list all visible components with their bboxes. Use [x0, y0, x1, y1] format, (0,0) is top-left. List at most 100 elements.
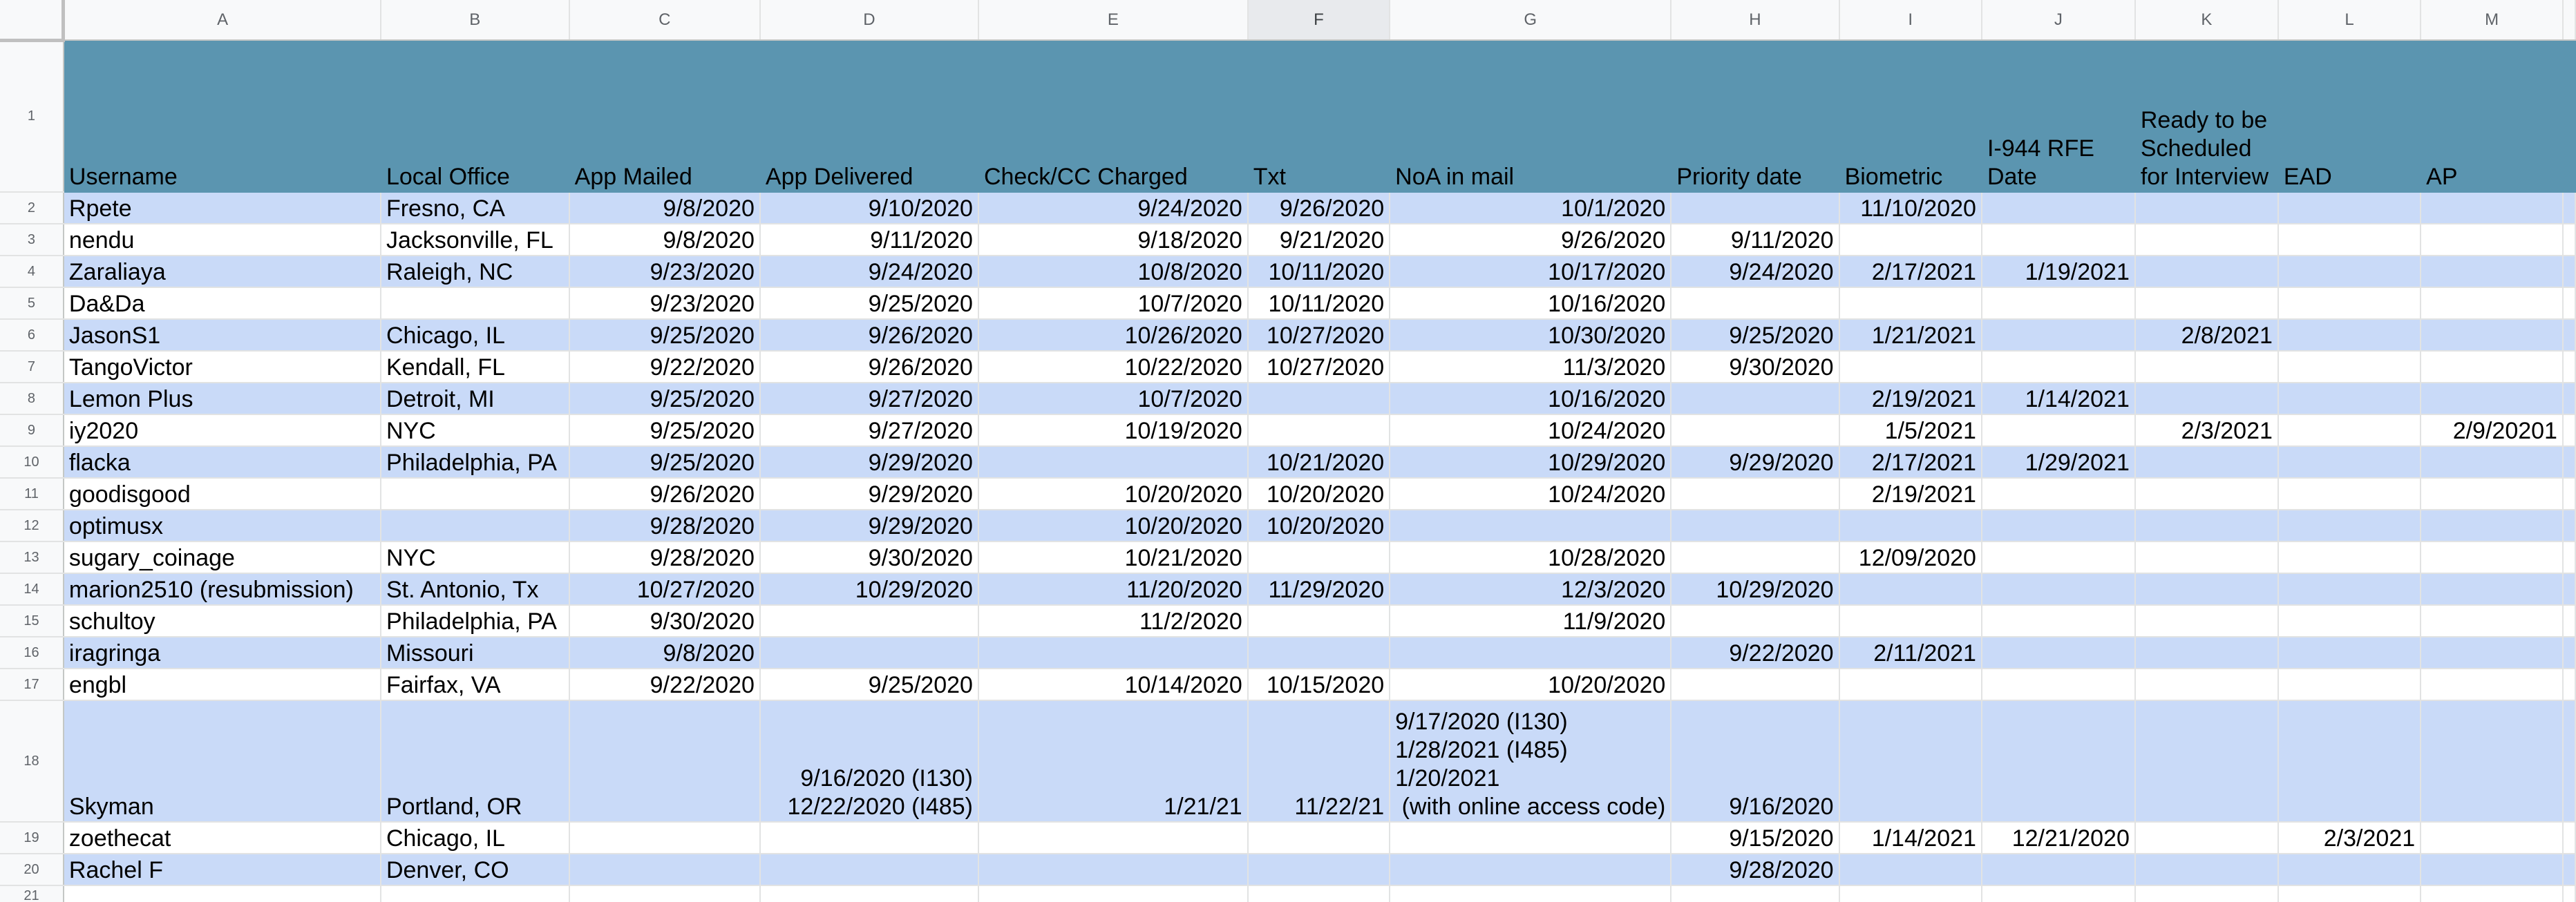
cell-a[interactable]: nendu [63, 224, 381, 256]
cell-l[interactable] [2277, 700, 2422, 823]
cell-d[interactable]: 9/29/2020 [759, 510, 979, 542]
cell-l[interactable] [2277, 319, 2422, 352]
cell-h[interactable] [1671, 383, 1840, 415]
cell-b[interactable]: NYC [380, 541, 570, 574]
cell-k[interactable] [2134, 446, 2279, 479]
cell-c[interactable] [569, 854, 761, 886]
cell-d[interactable]: 9/27/2020 [759, 414, 979, 447]
cell-e[interactable]: 1/21/21 [978, 700, 1249, 823]
cell-f[interactable]: 9/26/2020 [1247, 192, 1391, 224]
cell-a[interactable]: JasonS1 [63, 319, 381, 352]
cell-i[interactable] [1839, 351, 1982, 383]
cell-c[interactable] [569, 700, 761, 823]
cell-g[interactable]: 9/26/2020 [1390, 224, 1672, 256]
cell-d[interactable]: 9/26/2020 [759, 319, 979, 352]
cell-b[interactable] [380, 885, 570, 902]
row-number-17[interactable]: 17 [0, 669, 64, 701]
cell-i[interactable] [1839, 669, 1982, 701]
cell-l[interactable] [2277, 885, 2422, 902]
cell-a[interactable]: marion2510 (resubmission) [63, 573, 381, 606]
cell-i[interactable]: 2/17/2021 [1839, 256, 1982, 288]
cell-c[interactable] [569, 885, 761, 902]
cell-j[interactable] [1981, 478, 2136, 510]
cell-e[interactable]: 11/2/2020 [978, 605, 1249, 637]
cell-a[interactable]: Zaraliaya [63, 256, 381, 288]
cell-b[interactable] [380, 510, 570, 542]
row-number-14[interactable]: 14 [0, 573, 64, 606]
cell-a[interactable]: Rpete [63, 192, 381, 224]
cell-l[interactable] [2277, 383, 2422, 415]
cell-f[interactable]: 10/21/2020 [1247, 446, 1391, 479]
header-cell-c[interactable]: App Mailed [569, 40, 761, 193]
cell-e[interactable]: 9/24/2020 [978, 192, 1249, 224]
cell-m[interactable] [2421, 510, 2564, 542]
cell-h[interactable]: 9/22/2020 [1671, 637, 1840, 669]
cell-l[interactable] [2277, 287, 2422, 320]
cell-h[interactable] [1671, 287, 1840, 320]
cell-k[interactable] [2134, 541, 2279, 574]
cell-g[interactable]: 10/29/2020 [1390, 446, 1672, 479]
cell-e[interactable]: 10/19/2020 [978, 414, 1249, 447]
cell-d[interactable]: 9/27/2020 [759, 383, 979, 415]
cell-b[interactable]: Fresno, CA [380, 192, 570, 224]
cell-m[interactable] [2421, 605, 2564, 637]
cell-j[interactable]: 1/14/2021 [1981, 383, 2136, 415]
row-number-1[interactable]: 1 [0, 40, 64, 193]
row-number-7[interactable]: 7 [0, 351, 64, 383]
cell-i[interactable]: 2/19/2021 [1839, 478, 1982, 510]
cell-j[interactable] [1981, 192, 2136, 224]
cell-d[interactable]: 9/16/2020 (I130) 12/22/2020 (I485) [759, 700, 979, 823]
row-number-6[interactable]: 6 [0, 319, 64, 352]
cell-j[interactable] [1981, 541, 2136, 574]
cell-f[interactable]: 10/20/2020 [1247, 510, 1391, 542]
cell-h[interactable] [1671, 885, 1840, 902]
cell-d[interactable] [759, 822, 979, 854]
cell-f[interactable] [1247, 541, 1391, 574]
column-header-i[interactable]: I [1839, 0, 1982, 41]
cell-l[interactable] [2277, 224, 2422, 256]
cell-j[interactable] [1981, 637, 2136, 669]
header-cell-d[interactable]: App Delivered [759, 40, 979, 193]
cell-m[interactable] [2421, 256, 2564, 288]
cell-m[interactable] [2421, 224, 2564, 256]
cell-k[interactable]: 2/8/2021 [2134, 319, 2279, 352]
cell-b[interactable] [380, 478, 570, 510]
cell-k[interactable] [2134, 383, 2279, 415]
cell-b[interactable]: Denver, CO [380, 854, 570, 886]
cell-i[interactable] [1839, 573, 1982, 606]
cell-e[interactable]: 10/7/2020 [978, 383, 1249, 415]
cell-c[interactable]: 9/26/2020 [569, 478, 761, 510]
column-header-a[interactable]: A [63, 0, 381, 41]
cell-l[interactable] [2277, 854, 2422, 886]
cell-a[interactable]: engbl [63, 669, 381, 701]
cell-i[interactable]: 2/11/2021 [1839, 637, 1982, 669]
header-cell-k[interactable]: Ready to be Scheduled for Interview [2134, 40, 2279, 193]
header-cell-g[interactable]: NoA in mail [1390, 40, 1672, 193]
row-number-3[interactable]: 3 [0, 224, 64, 256]
row-number-16[interactable]: 16 [0, 637, 64, 669]
cell-l[interactable] [2277, 541, 2422, 574]
cell-a[interactable]: Rachel F [63, 854, 381, 886]
cell-d[interactable]: 9/29/2020 [759, 446, 979, 479]
row-number-18[interactable]: 18 [0, 700, 64, 823]
cell-e[interactable]: 10/26/2020 [978, 319, 1249, 352]
cell-c[interactable]: 9/23/2020 [569, 256, 761, 288]
cell-i[interactable]: 1/5/2021 [1839, 414, 1982, 447]
cell-b[interactable]: Fairfax, VA [380, 669, 570, 701]
cell-b[interactable]: Missouri [380, 637, 570, 669]
cell-g[interactable]: 10/20/2020 [1390, 669, 1672, 701]
column-header-f[interactable]: F [1247, 0, 1391, 41]
cell-l[interactable] [2277, 478, 2422, 510]
cell-g[interactable]: 11/3/2020 [1390, 351, 1672, 383]
cell-m[interactable] [2421, 637, 2564, 669]
cell-g[interactable]: 11/9/2020 [1390, 605, 1672, 637]
header-cell-l[interactable]: EAD [2277, 40, 2422, 193]
cell-c[interactable]: 9/22/2020 [569, 351, 761, 383]
cell-i[interactable]: 12/09/2020 [1839, 541, 1982, 574]
cell-b[interactable]: NYC [380, 414, 570, 447]
cell-k[interactable] [2134, 224, 2279, 256]
cell-f[interactable] [1247, 885, 1391, 902]
cell-i[interactable] [1839, 224, 1982, 256]
cell-g[interactable] [1390, 510, 1672, 542]
cell-i[interactable]: 2/19/2021 [1839, 383, 1982, 415]
